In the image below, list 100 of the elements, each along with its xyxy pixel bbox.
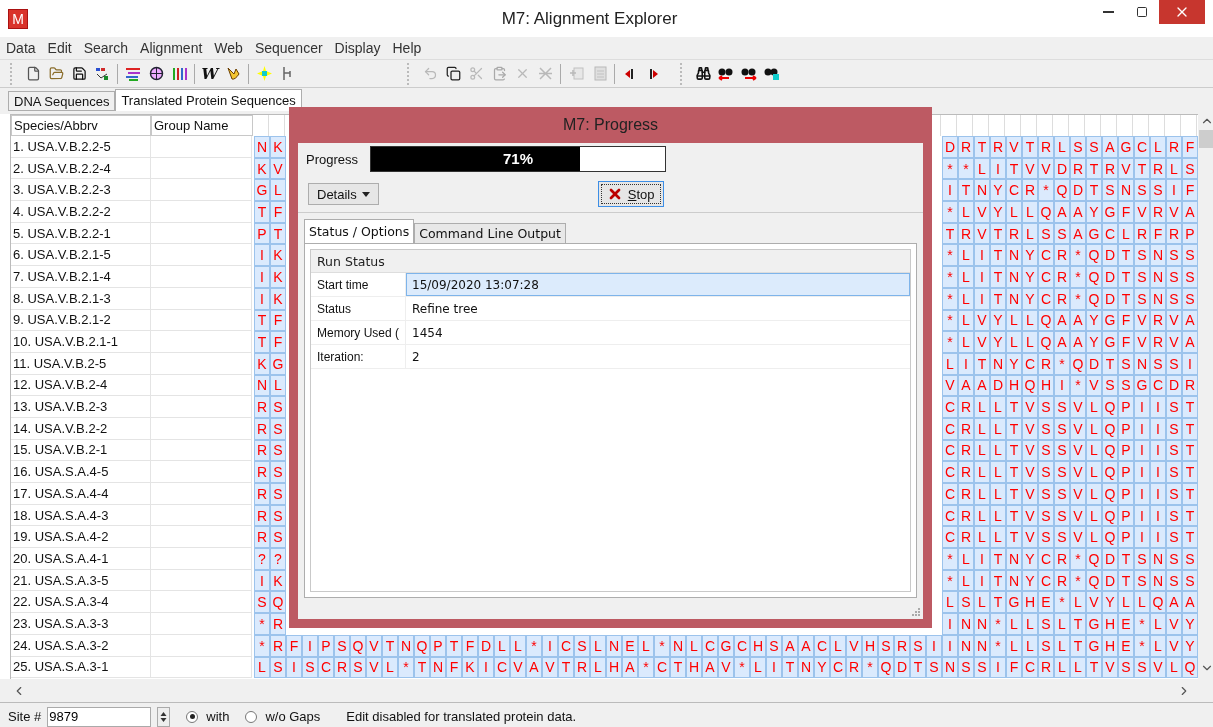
residue-sequence: N K	[254, 136, 286, 158]
residue-sequence: C R L L T V S S V L Q P I I S T	[942, 461, 1198, 483]
residue-sequence: * L I T N Y C R * Q D T S N S S	[942, 266, 1198, 288]
site-label: Site #	[8, 709, 42, 724]
residue-sequence: L I T N Y C R * Q D T S N S S I	[942, 352, 1198, 375]
sequence-name[interactable]: 5. USA.V.B.2.2-1	[11, 222, 151, 245]
sequence-name[interactable]: 16. USA.S.A.4-5	[11, 461, 151, 483]
tab[interactable]: Translated Protein Sequences	[115, 89, 302, 111]
radio-label[interactable]: w/o Gaps	[265, 709, 321, 724]
sequence-name[interactable]: 17. USA.S.A.4-4	[11, 483, 151, 505]
tab[interactable]: Command Line Output	[414, 223, 566, 243]
residue-sequence: * L I T N Y C R * Q D T S N S S	[942, 569, 1198, 592]
residue-sequence: R S	[254, 526, 286, 549]
sequence-name[interactable]: 3. USA.V.B.2.2-3	[11, 179, 151, 202]
residue-sequence: I K	[254, 266, 286, 288]
residue-sequence: V A A D H Q H I * V S S G C D R	[942, 374, 1198, 397]
sequence-name[interactable]: 4. USA.V.B.2.2-2	[11, 201, 151, 223]
residue-sequence: T F	[254, 201, 286, 223]
details-button[interactable]: Details	[308, 183, 379, 205]
sequence-name[interactable]: 9. USA.V.B.2.1-2	[11, 309, 151, 332]
cross-bar-icon	[537, 66, 553, 81]
sequence-name[interactable]: 15. USA.V.B.2-1	[11, 439, 151, 462]
sequence-name[interactable]: 25. USA.S.A.3-1	[11, 656, 151, 679]
branch-icon	[280, 66, 294, 81]
residue-sequence: * * L I T V V D R T R V T R L S	[942, 157, 1198, 180]
residue-sequence: D R T R V T R L S S A G C L R F	[942, 136, 1198, 158]
window-title: M7: Alignment Explorer	[501, 8, 678, 29]
residue-sequence: I K	[254, 569, 286, 592]
next-marker-icon	[647, 67, 659, 80]
sequence-name[interactable]: 23. USA.S.A.3-3	[11, 613, 151, 635]
site-input[interactable]: 9879	[47, 706, 152, 727]
sequence-name[interactable]: 12. USA.V.B.2-4	[11, 374, 151, 397]
residue-sequence: P T	[254, 222, 286, 245]
residue-sequence: L S L T G H E * L V Y L L Q A A	[942, 591, 1198, 614]
menu-item[interactable]: Edit	[47, 40, 72, 56]
residue-sequence: R S	[254, 417, 286, 440]
residue-sequence: I T N Y C R * Q D T S N S S I F	[942, 179, 1198, 202]
new-file-icon	[25, 66, 41, 81]
minimize-icon	[1102, 11, 1114, 13]
residue-sequence: T R V T R L S S A G C L R F R P	[942, 222, 1198, 245]
sequence-name[interactable]: 21. USA.S.A.3-5	[11, 569, 151, 592]
radio-button[interactable]	[186, 710, 199, 723]
sequence-name[interactable]: 22. USA.S.A.3-4	[11, 591, 151, 614]
radio-button[interactable]	[245, 710, 258, 723]
menu-item[interactable]: Data	[6, 40, 36, 56]
menu-item[interactable]: Search	[83, 40, 129, 56]
menu-item[interactable]: Alignment	[140, 40, 203, 56]
residue-sequence: * L I T N Y C R * Q D T S N S S	[942, 244, 1198, 267]
residue-sequence: T F	[254, 309, 286, 332]
sequence-name[interactable]: 6. USA.V.B.2.1-5	[11, 244, 151, 267]
stop-button[interactable]: Stop	[597, 181, 664, 207]
residue-sequence: I K	[254, 287, 286, 310]
sequence-name[interactable]: 10. USA.V.B.2.1-1	[11, 331, 151, 353]
sequence-name[interactable]: 14. USA.V.B.2-2	[11, 417, 151, 440]
residue-sequence: R S	[254, 439, 286, 462]
scrollbar-thumb[interactable]	[1199, 130, 1213, 148]
residue-sequence: T F	[254, 331, 286, 353]
paste-icon	[491, 66, 507, 81]
menu-item[interactable]: Web	[214, 40, 243, 56]
tab[interactable]: Status / Options	[304, 219, 415, 243]
residue-sequence: C R L L T V S S V L Q P I I S T	[942, 504, 1198, 527]
sequence-name[interactable]: 13. USA.V.B.2-3	[11, 396, 151, 418]
sequence-name[interactable]: 7. USA.V.B.2.1-4	[11, 266, 151, 288]
resize-grip-icon[interactable]	[910, 606, 920, 616]
radio-label[interactable]: with	[206, 709, 230, 724]
sequence-name[interactable]: 1. USA.V.B.2.2-5	[11, 136, 151, 158]
residue-sequence: * L I T N Y C R * Q D T S N S S	[942, 548, 1198, 570]
menu-item[interactable]: Help	[392, 40, 422, 56]
colored-bars-icon	[171, 66, 187, 81]
menu-item[interactable]: Display	[334, 40, 381, 56]
menu-item[interactable]: Sequencer	[254, 40, 323, 56]
toolbar-button[interactable]: W	[200, 63, 220, 84]
sparkle-icon	[256, 66, 272, 81]
tab[interactable]: DNA Sequences	[8, 91, 116, 111]
residue-sequence: K G	[254, 352, 286, 375]
arm-icon	[225, 66, 241, 81]
sequence-name[interactable]: 2. USA.V.B.2.2-4	[11, 157, 151, 180]
sequence-name[interactable]: 20. USA.S.A.4-1	[11, 548, 151, 570]
residue-sequence: R S	[254, 483, 286, 505]
residue-sequence: R S	[254, 504, 286, 527]
sequence-name[interactable]: 8. USA.V.B.2.1-3	[11, 287, 151, 310]
property-value[interactable]: 15/09/2020 13:07:28	[406, 273, 910, 296]
app-icon: M	[8, 8, 28, 29]
sequence-name[interactable]: 19. USA.S.A.4-2	[11, 526, 151, 549]
previous-marker-icon	[624, 67, 636, 80]
maximize-icon	[1136, 6, 1148, 18]
spinner-icon[interactable]	[157, 706, 171, 727]
copy-icon	[445, 66, 461, 81]
sequence-name[interactable]: 18. USA.S.A.4-3	[11, 504, 151, 527]
translate-icon	[95, 66, 109, 81]
sequence-name[interactable]: 11. USA.V.B.2-5	[11, 352, 151, 375]
sequence-name[interactable]: 24. USA.S.A.3-2	[11, 634, 151, 657]
dialog-title: M7: Progress	[561, 115, 660, 135]
binoculars-icon	[695, 66, 711, 81]
residue-sequence: L S I S C R S V L * T N F K I C V A V T R L H A * C T H A V * L I T N Y C R * Q D T S N S S I F C R L L T V S S V L Q	[254, 656, 1198, 679]
insert-icon	[568, 66, 584, 81]
residue-sequence: ? ?	[254, 548, 286, 570]
colored-lines-icon	[126, 66, 140, 81]
status-message: Edit disabled for translated protein data.	[346, 709, 577, 724]
residue-sequence: I N N * L L S L T G H E * L V Y	[942, 613, 1198, 635]
